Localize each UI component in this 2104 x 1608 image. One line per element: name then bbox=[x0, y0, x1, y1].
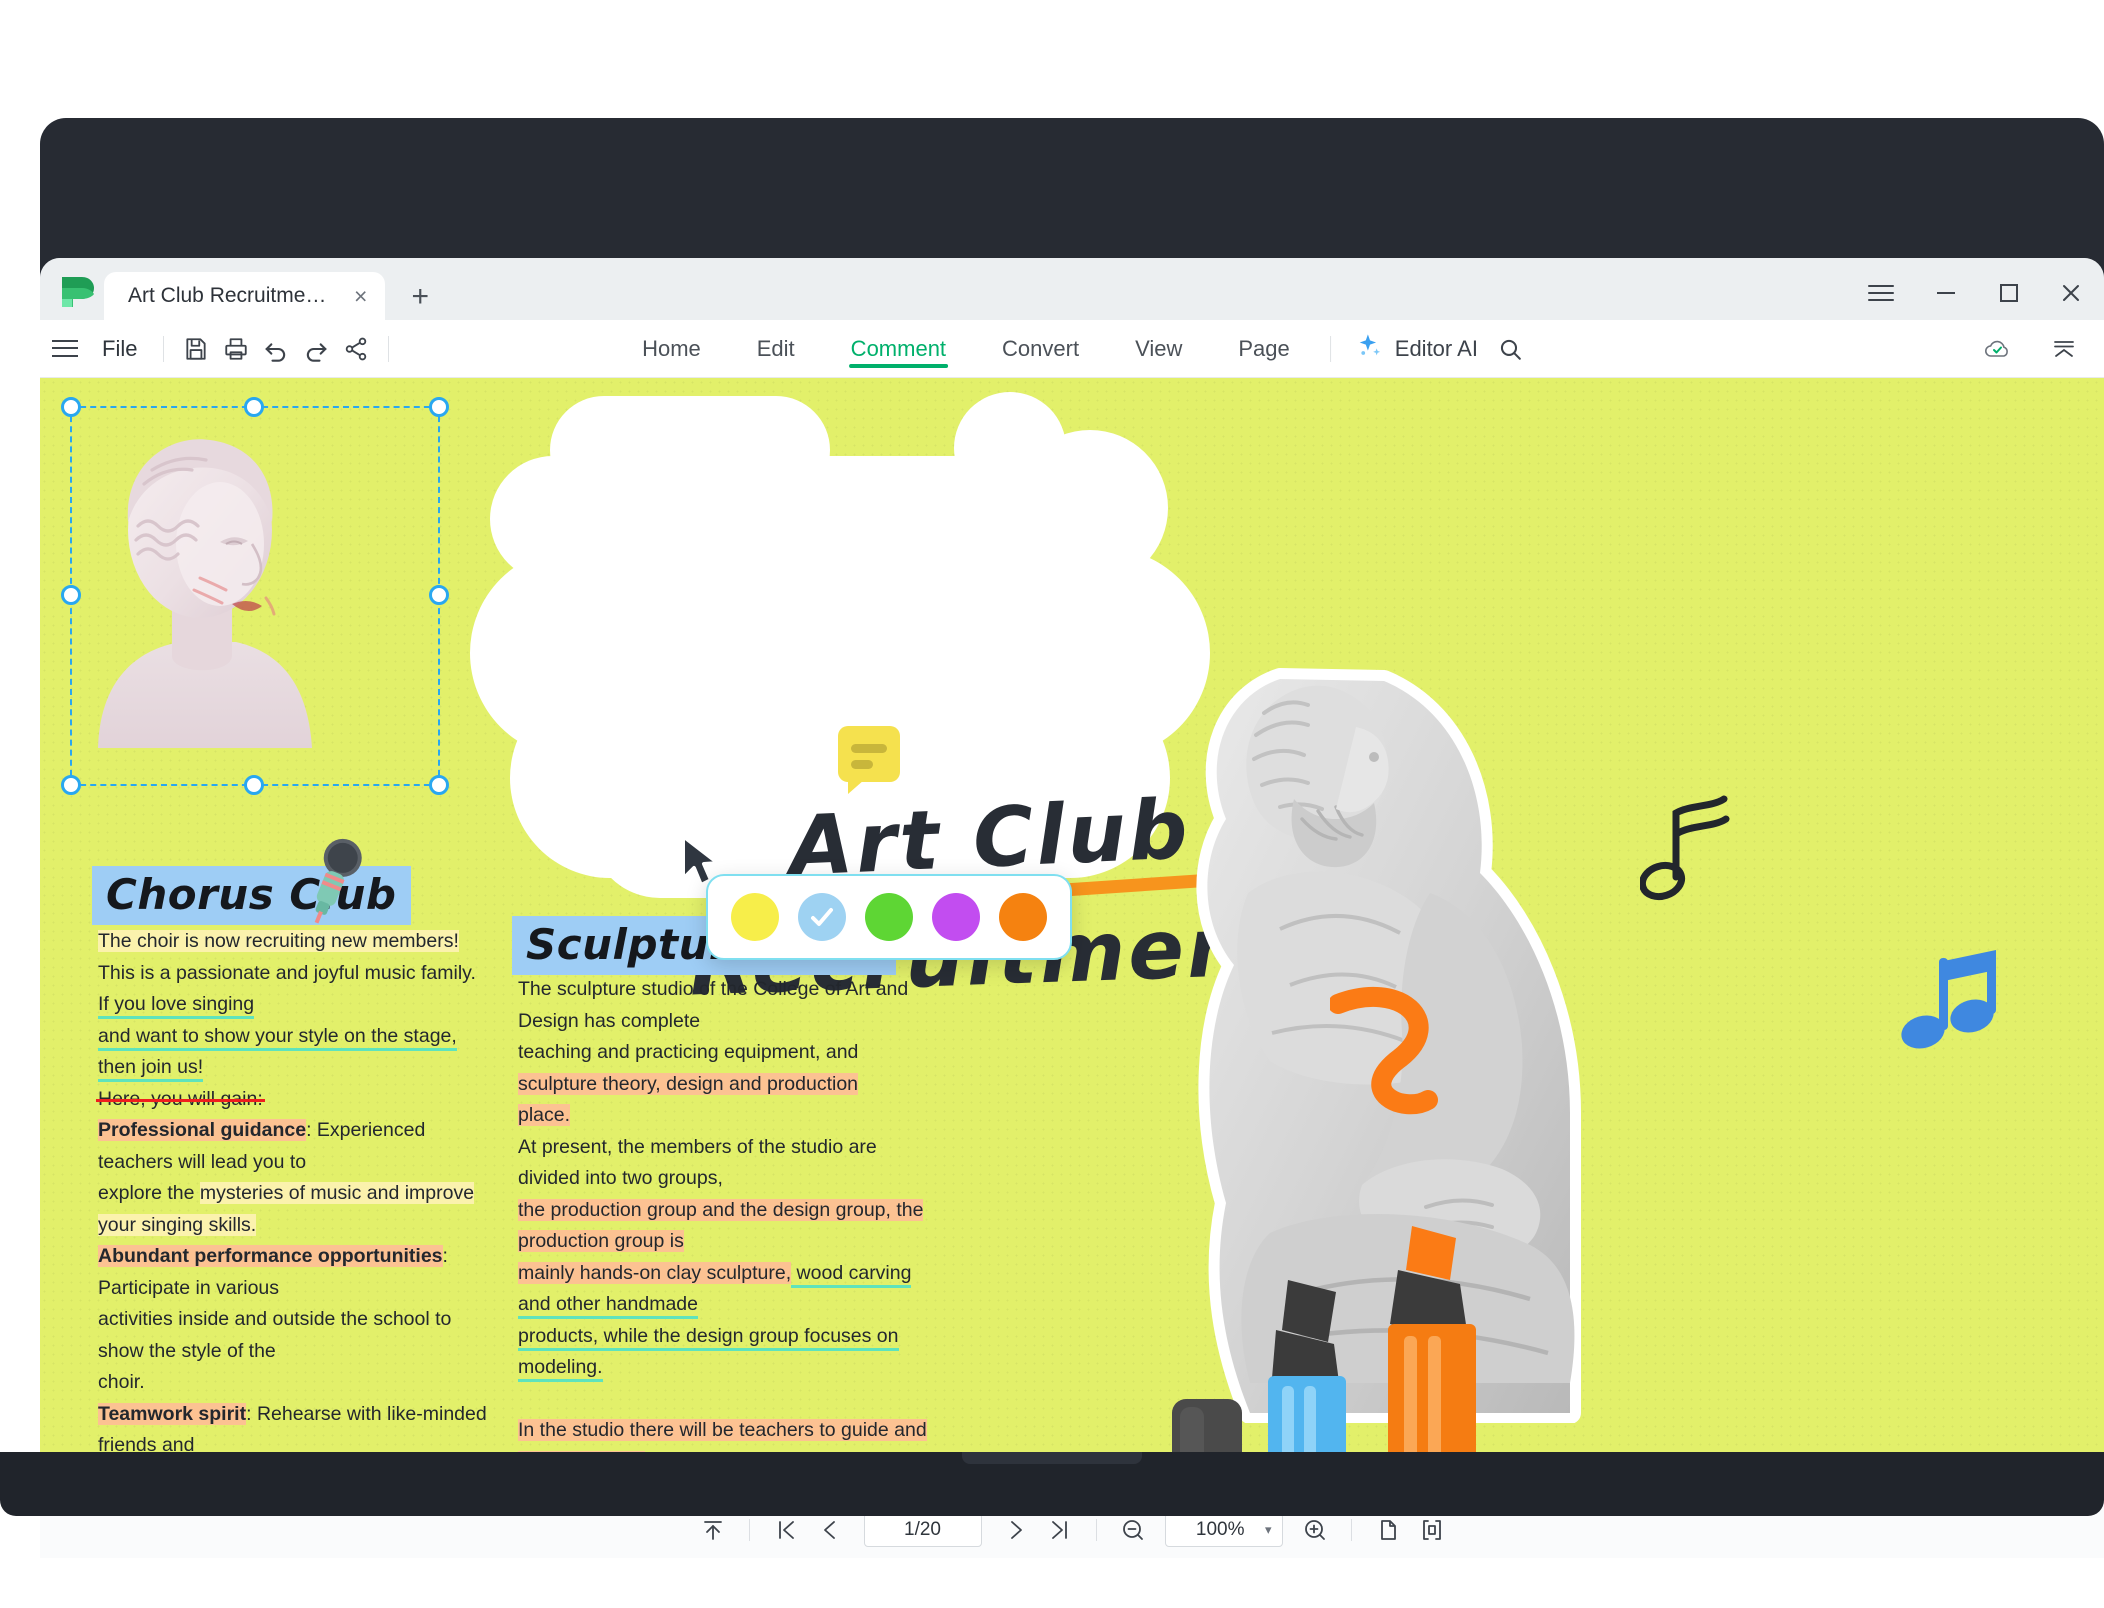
color-swatch-blue[interactable] bbox=[798, 893, 847, 941]
microphone-sticker bbox=[298, 836, 368, 933]
resize-handle-bottom-center[interactable] bbox=[244, 775, 264, 795]
orange-squiggle-sticker bbox=[1328, 986, 1460, 1191]
tab-comment[interactable]: Comment bbox=[823, 320, 974, 378]
resize-handle-top-right[interactable] bbox=[429, 397, 449, 417]
menu-toggle-icon[interactable] bbox=[52, 339, 78, 358]
laptop-screen: Art Club Recruitment... × + File Home Ed… bbox=[0, 0, 2104, 1608]
chorus-line-2b: If you love singing bbox=[98, 993, 255, 1019]
divider bbox=[1095, 1518, 1097, 1541]
redo-icon[interactable] bbox=[296, 329, 336, 369]
pdf-application-window: Art Club Recruitment... × + File Home Ed… bbox=[40, 258, 2104, 1558]
resize-handle-middle-right[interactable] bbox=[429, 585, 449, 605]
window-controls bbox=[1868, 282, 2082, 308]
color-swatch-green[interactable] bbox=[864, 893, 913, 941]
tab-convert[interactable]: Convert bbox=[974, 320, 1107, 378]
resize-handle-top-center[interactable] bbox=[244, 397, 264, 417]
check-icon bbox=[811, 908, 834, 926]
ribbon-tabs: Home Edit Comment Convert View Page Edit… bbox=[614, 320, 1530, 378]
chorus-line-1: The choir is now recruiting new members! bbox=[98, 930, 459, 952]
page-number-input[interactable]: 1/20 bbox=[863, 1512, 982, 1547]
document-page[interactable]: Art Club Recruitment Chorus Club bbox=[40, 378, 2104, 1500]
venus-bust-statue-image[interactable] bbox=[80, 418, 320, 748]
chorus-item-1b: explore the bbox=[98, 1182, 200, 1204]
divider bbox=[163, 335, 165, 362]
highlight-color-popup[interactable] bbox=[706, 874, 1072, 960]
sculpture-p1-l2: teaching and practicing equipment, and bbox=[518, 1041, 859, 1063]
sculpture-p2-l3a: mainly hands-on clay sculpture, bbox=[518, 1261, 792, 1284]
close-tab-icon[interactable]: × bbox=[354, 284, 367, 308]
file-menu-button[interactable]: File bbox=[88, 336, 151, 362]
divider bbox=[748, 1518, 750, 1541]
sculpture-p1-l1: The sculpture studio of the College of A… bbox=[518, 978, 909, 1032]
editor-ai-button[interactable]: Editor AI bbox=[1343, 332, 1490, 366]
document-tab[interactable]: Art Club Recruitment... × bbox=[104, 272, 386, 320]
ribbon-toolbar: File Home Edit Comment Convert View Page… bbox=[40, 320, 2104, 378]
chorus-item-2c: choir. bbox=[98, 1371, 145, 1393]
ribbon-left-group: File bbox=[40, 329, 401, 369]
sculpture-club-body[interactable]: The sculpture studio of the College of A… bbox=[518, 974, 938, 1500]
tab-home[interactable]: Home bbox=[614, 320, 729, 378]
resize-handle-middle-left[interactable] bbox=[61, 585, 81, 605]
chorus-item-2-term: Abundant performance opportunities bbox=[98, 1245, 443, 1267]
color-swatch-yellow[interactable] bbox=[731, 893, 780, 941]
new-tab-icon[interactable]: + bbox=[411, 282, 429, 312]
chorus-item-3-term: Teamwork spirit bbox=[98, 1402, 247, 1425]
color-swatch-orange[interactable] bbox=[998, 893, 1047, 941]
sculpture-p2-l2: the production group and the design grou… bbox=[518, 1198, 924, 1252]
maximize-icon[interactable] bbox=[1998, 282, 2020, 308]
ai-sparkle-icon bbox=[1355, 332, 1383, 366]
share-icon[interactable] bbox=[336, 329, 376, 369]
ribbon-right-group bbox=[1978, 329, 2084, 369]
chorus-club-body[interactable]: The choir is now recruiting new members!… bbox=[98, 926, 488, 1500]
tab-edit[interactable]: Edit bbox=[729, 320, 823, 378]
chorus-item-1-term: Professional guidance bbox=[98, 1119, 307, 1141]
chorus-line-2a: This is a passionate and joyful music fa… bbox=[98, 961, 476, 984]
print-icon[interactable] bbox=[216, 329, 256, 369]
chorus-item-2b: activities inside and outside the school… bbox=[98, 1308, 452, 1362]
chevron-down-icon[interactable]: ▾ bbox=[1265, 1522, 1272, 1538]
chorus-line-3: and want to show your style on the stage… bbox=[98, 1024, 457, 1082]
sculpture-p2-l4: products, while the design group focuses… bbox=[518, 1324, 899, 1382]
tab-view[interactable]: View bbox=[1107, 320, 1210, 378]
resize-handle-bottom-left[interactable] bbox=[61, 775, 81, 795]
chorus-line-4: Here, you will gain: bbox=[98, 1087, 263, 1110]
note-line-1 bbox=[851, 744, 887, 753]
sculpture-p1-l3: sculpture theory, design and production bbox=[518, 1072, 859, 1095]
save-icon[interactable] bbox=[176, 329, 216, 369]
cloud-sync-icon[interactable] bbox=[1978, 329, 2018, 369]
sculpture-p2-l1: At present, the members of the studio ar… bbox=[518, 1135, 877, 1190]
zoom-level-value: 100% bbox=[1195, 1518, 1245, 1540]
app-logo-icon bbox=[56, 272, 96, 312]
divider bbox=[1350, 1518, 1352, 1541]
music-note-blue-sticker bbox=[1895, 948, 2005, 1063]
search-icon[interactable] bbox=[1490, 329, 1530, 369]
resize-handle-bottom-right[interactable] bbox=[429, 775, 449, 795]
close-window-icon[interactable] bbox=[2060, 282, 2082, 308]
tab-page[interactable]: Page bbox=[1210, 320, 1317, 378]
zoom-level-select[interactable]: 100% ▾ bbox=[1164, 1512, 1283, 1547]
tab-title: Art Club Recruitment... bbox=[128, 284, 338, 307]
browser-tab-strip: Art Club Recruitment... × + bbox=[40, 258, 2104, 320]
divider bbox=[388, 335, 390, 362]
undo-icon[interactable] bbox=[256, 329, 296, 369]
divider bbox=[1329, 335, 1331, 362]
collapse-ribbon-icon[interactable] bbox=[2044, 329, 2084, 369]
comment-note-icon[interactable] bbox=[838, 726, 900, 794]
music-note-outline-sticker bbox=[1638, 793, 1740, 908]
main-menu-icon[interactable] bbox=[1868, 284, 1894, 306]
note-line-2 bbox=[851, 760, 873, 769]
minimize-icon[interactable] bbox=[1934, 284, 1958, 306]
color-swatch-purple[interactable] bbox=[931, 893, 980, 941]
sculpture-p1-l4: place. bbox=[518, 1104, 571, 1126]
laptop-notch bbox=[962, 1452, 1142, 1464]
editor-ai-label: Editor AI bbox=[1394, 335, 1478, 361]
resize-handle-top-left[interactable] bbox=[61, 397, 81, 417]
laptop-bezel: Art Club Recruitment... × + File Home Ed… bbox=[40, 118, 2104, 1558]
